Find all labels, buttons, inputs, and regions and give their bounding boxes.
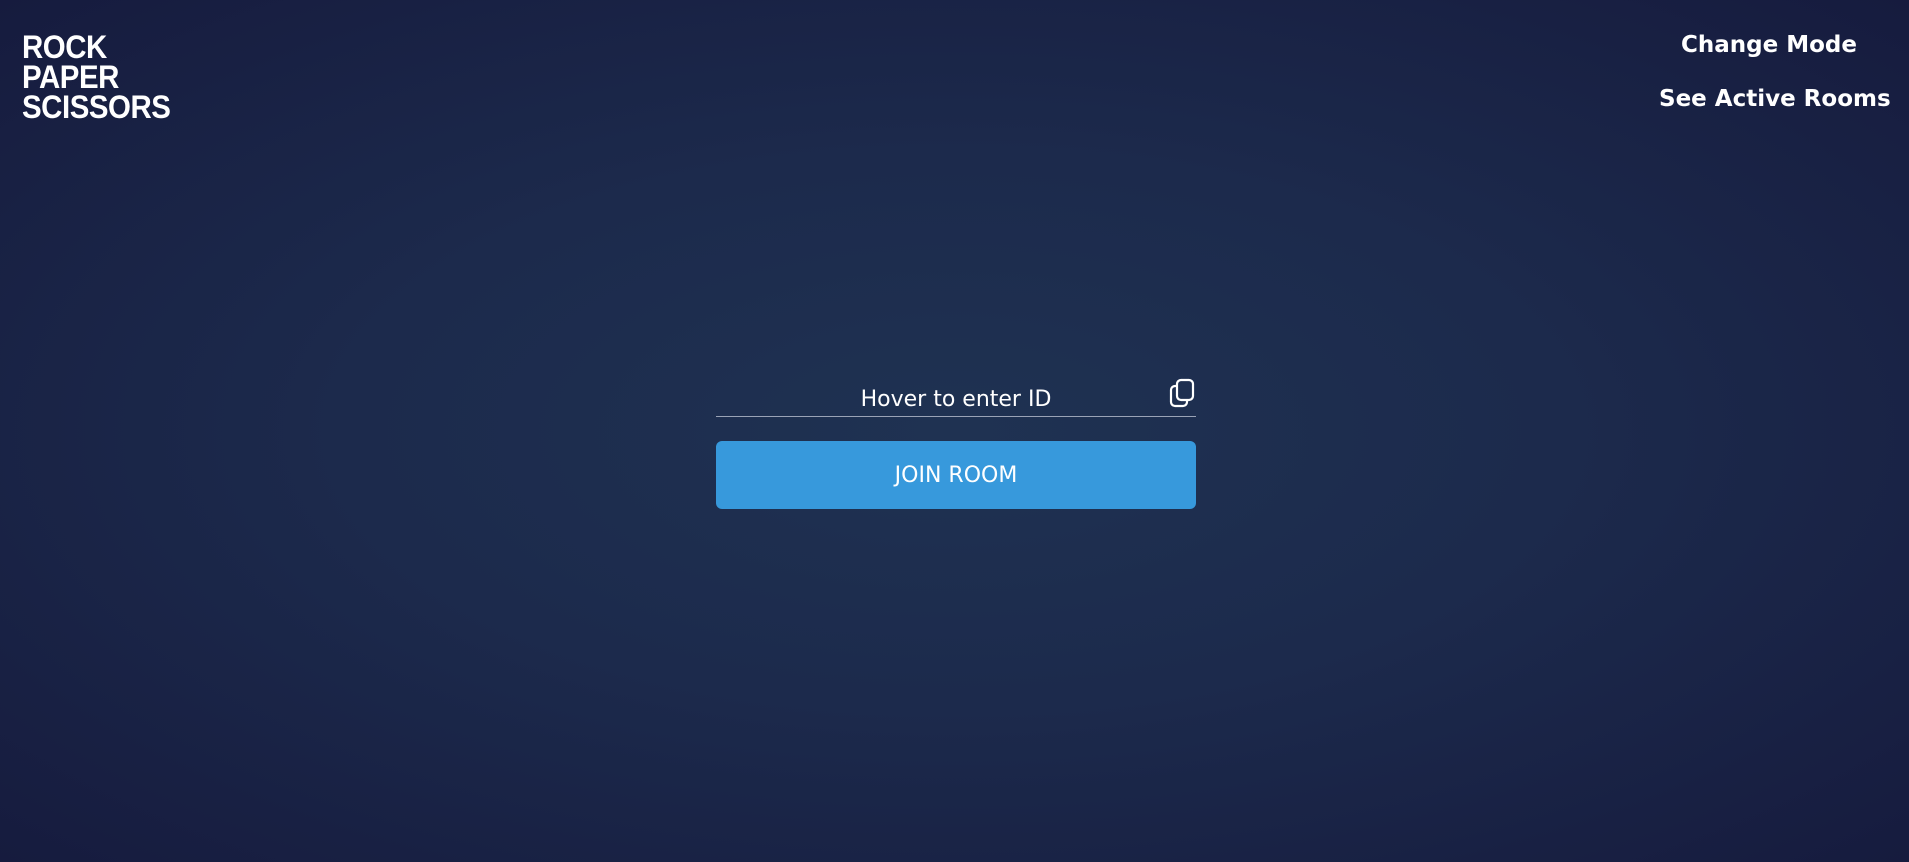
logo-line-paper: PAPER	[22, 59, 119, 95]
logo-line-rock: ROCK	[22, 29, 107, 65]
app-logo: ROCK PAPER SCISSORS	[22, 29, 171, 125]
room-id-input[interactable]	[716, 376, 1196, 416]
join-room-form: JOIN ROOM	[716, 376, 1196, 509]
top-nav: Change Mode See Active Rooms	[1659, 32, 1891, 112]
see-active-rooms-link[interactable]: See Active Rooms	[1659, 86, 1891, 112]
copy-icon[interactable]	[1168, 378, 1196, 408]
change-mode-link[interactable]: Change Mode	[1659, 32, 1879, 58]
logo-line-scissors: SCISSORS	[22, 89, 171, 125]
join-room-button[interactable]: JOIN ROOM	[716, 441, 1196, 509]
room-id-field	[716, 376, 1196, 417]
